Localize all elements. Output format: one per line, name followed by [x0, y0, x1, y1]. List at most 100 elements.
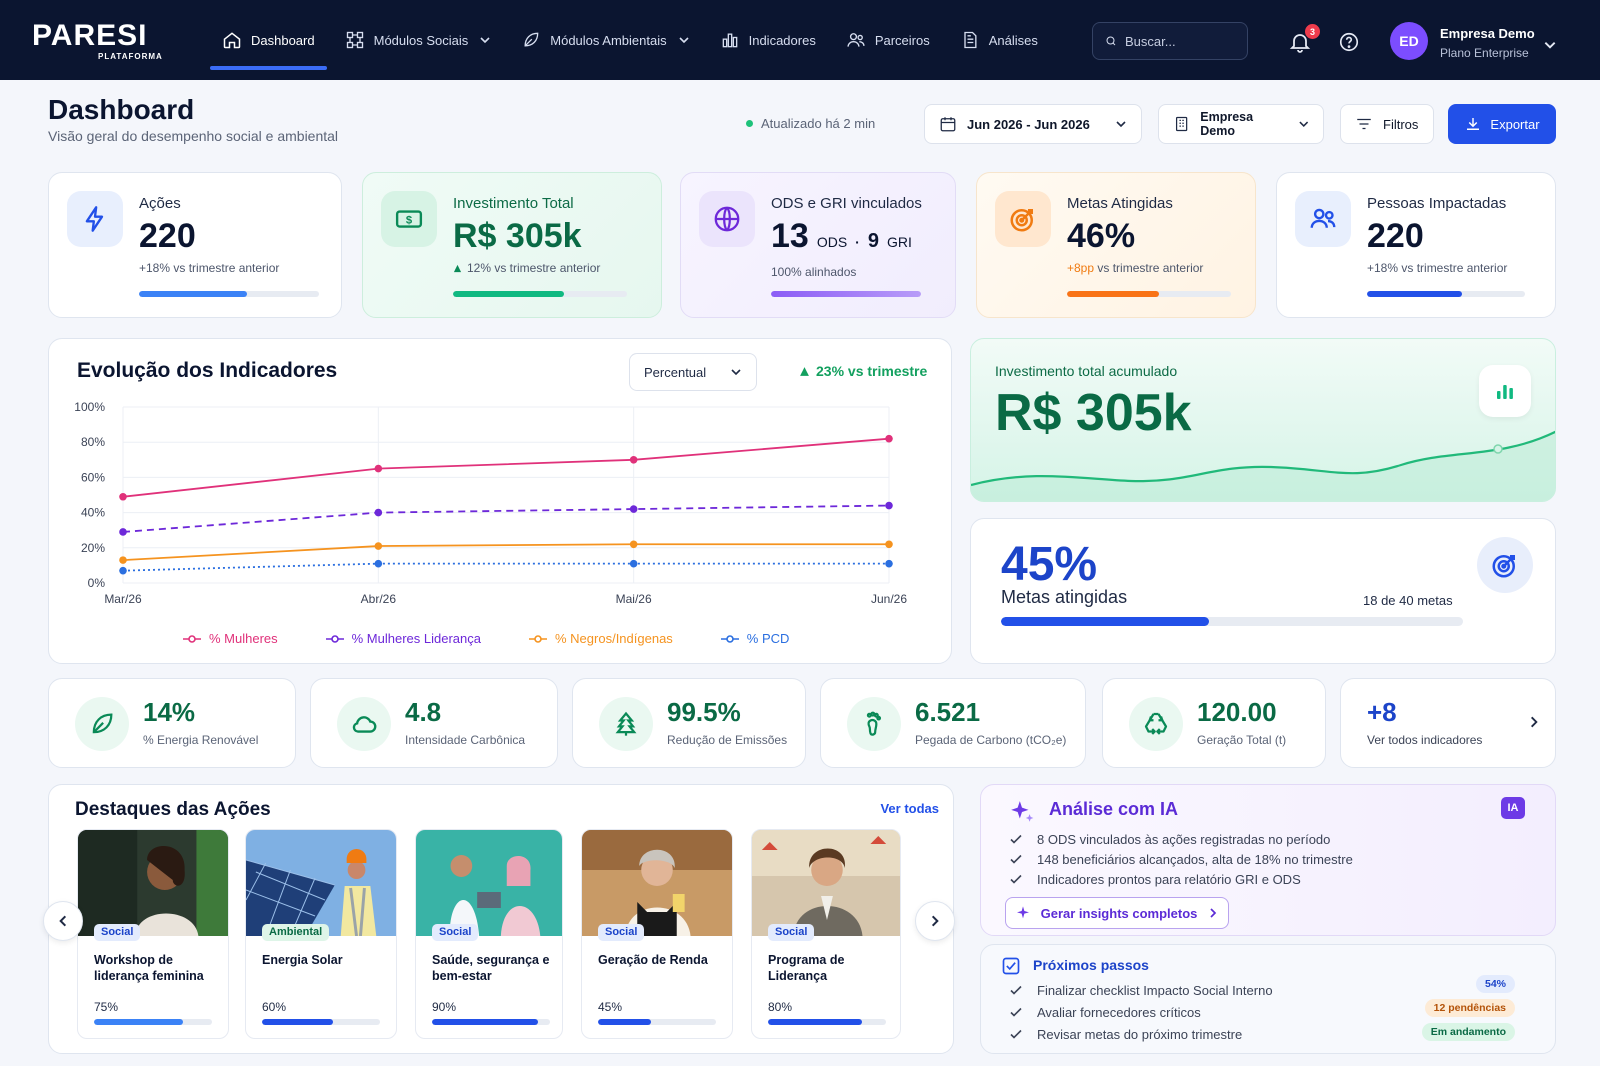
next-steps-list: Finalizar checklist Impacto Social Inter… — [1009, 979, 1273, 1045]
env-value: 6.521 — [915, 697, 981, 727]
env-icon-wrap — [337, 697, 391, 751]
kpi-value: 220 — [1367, 217, 1424, 255]
date-range-text: Jun 2026 - Jun 2026 — [967, 116, 1090, 132]
action-card[interactable]: Social Workshop de liderança feminina 75… — [77, 829, 229, 1039]
kpi-card-pessoas[interactable]: Pessoas Impactadas 220 +18% vs trimestre… — [1276, 172, 1556, 318]
carousel-prev-button[interactable] — [43, 901, 83, 941]
ai-title: Análise com IA — [1049, 799, 1179, 819]
action-tag: Social — [94, 924, 141, 941]
nav-modulos-ambientais[interactable]: Módulos Ambientais — [509, 0, 701, 80]
env-indicator-reducao[interactable]: 99.5% Redução de Emissões — [572, 678, 806, 768]
env-label: Pegada de Carbono (tCO₂e) — [915, 733, 1067, 747]
kpi-progress-bar — [771, 291, 921, 297]
action-progress-bar — [262, 1019, 380, 1025]
kpi-progress-fill — [139, 291, 247, 297]
kpi-progress-fill — [771, 291, 921, 297]
action-name: Energia Solar — [262, 953, 343, 967]
calendar-icon — [940, 117, 956, 132]
data-point — [885, 540, 893, 549]
kpi-progress-bar — [1367, 291, 1525, 297]
list-item[interactable]: Revisar metas do próximo trimestre — [1009, 1023, 1273, 1045]
sparkle-icon — [1011, 801, 1034, 822]
ai-insights-list: 8 ODS vinculados às ações registradas no… — [1009, 829, 1353, 889]
legend-item[interactable]: % Mulheres Liderança — [325, 631, 481, 646]
env-indicator-pegada[interactable]: 6.521 Pegada de Carbono (tCO₂e) — [820, 678, 1086, 768]
check-icon — [1010, 874, 1022, 884]
filters-button[interactable]: Filtros — [1340, 104, 1434, 144]
env-more-label: Ver todos indicadores — [1367, 733, 1483, 747]
search-box[interactable] — [1092, 22, 1248, 60]
action-photo — [416, 830, 562, 936]
action-progress-bar — [432, 1019, 550, 1025]
env-indicator-intensidade[interactable]: 4.8 Intensidade Carbônica — [310, 678, 558, 768]
generate-insights-button[interactable]: Gerar insights completos — [1005, 897, 1229, 929]
legend-item[interactable]: % Mulheres — [183, 631, 278, 646]
kpi-label: Metas Atingidas — [1067, 195, 1173, 212]
nav-indicadores[interactable]: Indicadores — [708, 0, 828, 80]
see-all-link[interactable]: Ver todas — [880, 801, 939, 816]
list-item[interactable]: Avaliar fornecedores críticos — [1009, 1001, 1273, 1023]
kpi-card-investimento[interactable]: $ Investimento Total R$ 305k 12% vs trim… — [362, 172, 662, 318]
action-progress-text: 60% — [262, 1000, 287, 1014]
logo[interactable]: PARESI PLATAFORMA — [32, 19, 162, 62]
ods-label: ODS — [816, 234, 848, 250]
list-item[interactable]: Finalizar checklist Impacto Social Inter… — [1009, 979, 1273, 1001]
date-range-picker[interactable]: Jun 2026 - Jun 2026 — [924, 104, 1142, 144]
nav-analises[interactable]: Análises — [948, 0, 1050, 80]
action-card[interactable]: Social Geração de Renda 45% — [581, 829, 733, 1039]
chevron-down-icon[interactable] — [1543, 38, 1557, 52]
checkbox-icon — [1002, 957, 1020, 975]
list-item: 8 ODS vinculados às ações registradas no… — [1009, 829, 1353, 849]
nav-label: Indicadores — [748, 32, 816, 48]
action-progress-text: 45% — [598, 1000, 623, 1014]
action-progress-bar — [598, 1019, 716, 1025]
target-icon — [1492, 555, 1515, 578]
kpi-card-acoes[interactable]: Ações 220 +18% vs trimestre anterior — [48, 172, 342, 318]
data-point — [119, 528, 127, 536]
check-icon — [1010, 1029, 1022, 1039]
search-input[interactable] — [1125, 33, 1235, 49]
action-progress-fill — [768, 1019, 863, 1025]
list-item: Indicadores prontos para relatório GRI e… — [1009, 869, 1353, 889]
goals-icon-wrap — [1477, 537, 1533, 593]
kpi-progress-fill — [1067, 291, 1159, 297]
env-see-all-indicators[interactable]: +8 Ver todos indicadores — [1340, 678, 1556, 768]
help-icon[interactable] — [1338, 31, 1360, 53]
logo-subtitle: PLATAFORMA — [98, 52, 163, 61]
env-indicator-geracao[interactable]: 120.00 Geração Total (t) — [1102, 678, 1326, 768]
legend-item[interactable]: % PCD — [720, 631, 789, 646]
kpi-icon-wrap — [67, 191, 123, 247]
export-button[interactable]: Exportar — [1448, 104, 1556, 144]
kpi-card-metas[interactable]: Metas Atingidas 46% +8pp vs trimestre an… — [976, 172, 1256, 318]
list-item-text: 8 ODS vinculados às ações registradas no… — [1037, 831, 1331, 847]
env-indicator-energia[interactable]: 14% % Energia Renovável — [48, 678, 296, 768]
data-point — [119, 492, 127, 501]
user-name[interactable]: Empresa Demo — [1440, 26, 1535, 41]
carousel-next-button[interactable] — [915, 901, 955, 941]
series-line — [122, 437, 890, 498]
kpi-change-row: +8pp vs trimestre anterior — [1067, 261, 1203, 275]
data-point — [374, 464, 383, 473]
action-card[interactable]: Ambiental Energia Solar 60% — [245, 829, 397, 1039]
check-icon — [1010, 1007, 1022, 1017]
logo-text: PARESI — [32, 19, 148, 52]
next-steps-card: Próximos passos Finalizar checklist Impa… — [980, 944, 1556, 1054]
sparkle-icon — [1016, 906, 1029, 919]
legend-item[interactable]: % Negros/Indígenas — [529, 631, 673, 646]
legend-marker — [183, 634, 201, 643]
avatar[interactable]: ED — [1390, 22, 1428, 60]
action-card[interactable]: Social Saúde, segurança e bem-estar 90% — [415, 829, 563, 1039]
building-icon — [1175, 116, 1188, 132]
nav-dashboard[interactable]: Dashboard — [210, 0, 327, 80]
nav-parceiros[interactable]: Parceiros — [834, 0, 942, 80]
action-photo — [752, 830, 900, 936]
nav-modulos-sociais[interactable]: Módulos Sociais — [333, 0, 504, 80]
kpi-icon-wrap — [699, 191, 755, 247]
kpi-progress-bar — [139, 291, 319, 297]
company-selector[interactable]: Empresa Demo — [1158, 104, 1324, 144]
env-icon-wrap — [1129, 697, 1183, 751]
filters-button-label: Filtros — [1383, 116, 1419, 132]
top-navigation: PARESI PLATAFORMA Dashboard Módulos Soci… — [0, 0, 1600, 80]
action-card[interactable]: Social Programa de Liderança 80% — [751, 829, 901, 1039]
kpi-card-ods-gri[interactable]: ODS e GRI vinculados 13 ODS · 9 GRI 100%… — [680, 172, 956, 318]
